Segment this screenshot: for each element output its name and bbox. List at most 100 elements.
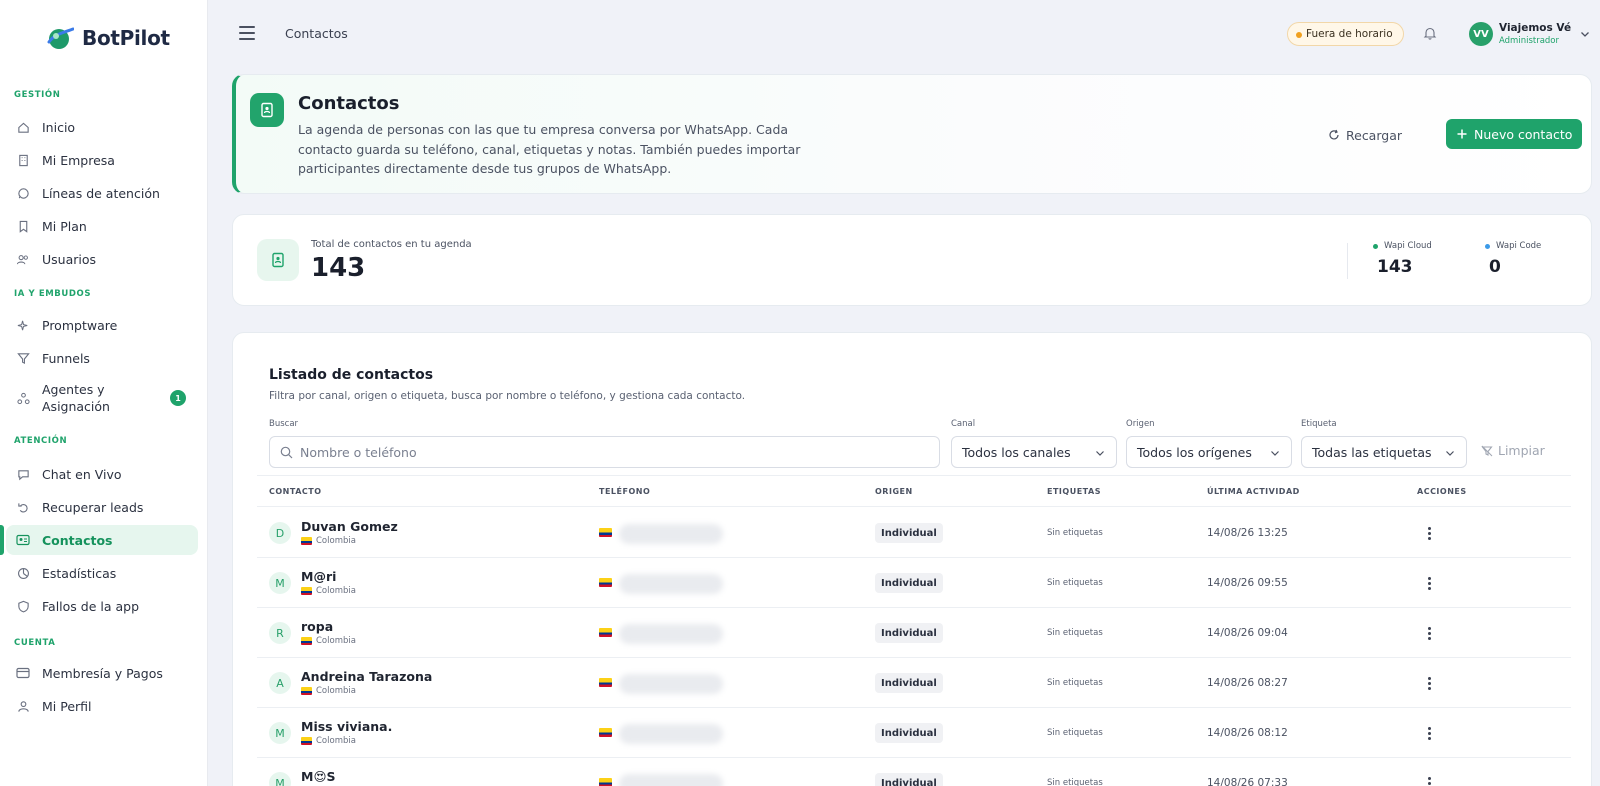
more-actions-icon[interactable] [1421,675,1437,691]
topbar: Contactos Fuera de horario VV Viajemos V… [209,0,1600,68]
contact-name[interactable]: ropa [301,619,333,634]
filter-icon [16,351,30,365]
list-subtitle: Filtra por canal, origen o etiqueta, bus… [269,390,746,402]
total-contacts-label: Total de contactos en tu agenda [311,239,472,250]
origin-badge: Individual [875,773,943,786]
contact-avatar: M [269,722,291,744]
sidebar-item-label: Agentes y Asignación [42,382,110,414]
table-row[interactable]: MM😍SColombiaIndividualSin etiquetas14/08… [257,758,1571,786]
building-icon [16,153,30,167]
filter-origen-select[interactable]: Todos los orígenes [1126,436,1292,468]
chat-icon [16,467,30,481]
breadcrumb: Contactos [285,26,348,41]
tags-cell: Sin etiquetas [1047,778,1103,786]
sidebar-item-label: Líneas de atención [42,185,160,201]
filter-canal-label: Canal [951,419,976,429]
tags-cell: Sin etiquetas [1047,728,1103,738]
country-label: Colombia [316,536,356,546]
table-row[interactable]: M Miss viviana. Colombia Individual Sin etiq… [257,708,1571,758]
sidebar-item-label: Usuarios [42,251,97,267]
sidebar-item-chat-vivo[interactable]: Chat en Vivo [6,459,198,489]
filter-origen-value: Todos los orígenes [1137,444,1252,460]
page-header-card: Contactos La agenda de personas con las … [232,74,1592,194]
sidebar-item-agentes[interactable]: Agentes y Asignación 1 [6,378,198,418]
more-actions-icon[interactable] [1421,625,1437,641]
bell-icon[interactable] [1423,26,1437,40]
sidebar-item-mi-plan[interactable]: Mi Plan [6,211,198,241]
sidebar-item-inicio[interactable]: Inicio [6,112,198,142]
tags-cell: Sin etiquetas [1047,628,1103,638]
clear-filters-button[interactable]: Limpiar [1481,443,1545,458]
sidebar-item-mi-perfil[interactable]: Mi Perfil [6,691,198,721]
contact-name[interactable]: Duvan Gomez [301,519,398,534]
phone-number-redacted [619,624,723,644]
active-indicator [0,525,4,555]
filter-etiqueta-label: Etiqueta [1301,419,1337,429]
table-row[interactable]: A Andreina Tarazona Colombia Individual Sin … [257,658,1571,708]
more-actions-icon[interactable] [1421,725,1437,741]
contact-name[interactable]: M😍S [301,769,335,784]
filter-etiqueta-select[interactable]: Todas las etiquetas [1301,436,1467,468]
app-logo[interactable]: BotPilot [44,24,170,52]
sidebar-item-estadisticas[interactable]: Estadísticas [6,558,198,588]
more-actions-icon[interactable] [1421,775,1437,786]
contact-name[interactable]: Miss viviana. [301,719,392,734]
users-icon [16,252,30,266]
tags-cell: Sin etiquetas [1047,678,1103,688]
search-icon [280,446,293,459]
filter-origen-label: Origen [1126,419,1155,429]
table-row[interactable]: M M@ri Colombia Individual Sin etiquetas 14/0… [257,558,1571,608]
origin-badge: Individual [875,573,943,593]
schedule-status-label: Fuera de horario [1306,28,1393,40]
channel-dot-icon [1373,243,1378,249]
column-header: ÚLTIMA ACTIVIDAD [1207,487,1300,496]
sidebar-item-membresia[interactable]: Membresía y Pagos [6,658,198,688]
chevron-down-icon[interactable] [1579,28,1591,40]
sidebar-item-funnels[interactable]: Funnels [6,343,198,373]
channel-dot-icon [1485,243,1490,249]
contact-name[interactable]: M@ri [301,569,336,584]
search-field [269,436,940,468]
contact-avatar: M [269,572,291,594]
country-label: Colombia [316,686,356,696]
reload-button[interactable]: Recargar [1328,121,1402,149]
plus-icon [1457,129,1467,139]
whatsapp-icon [16,186,30,200]
more-actions-icon[interactable] [1421,575,1437,591]
table-row[interactable]: D Duvan Gomez Colombia Individual Sin etique… [257,508,1571,558]
search-input[interactable] [300,444,939,460]
table-header: CONTACTO TELÉFONO ORIGEN ETIQUETAS ÚLTIM… [257,475,1571,507]
colombia-flag-icon [599,778,612,786]
search-label: Buscar [269,419,299,429]
sidebar-item-usuarios[interactable]: Usuarios [6,244,198,274]
section-ia-label: IA Y EMBUDOS [14,289,92,299]
reload-label: Recargar [1346,127,1402,143]
sidebar-item-mi-empresa[interactable]: Mi Empresa [6,145,198,175]
schedule-status-badge[interactable]: Fuera de horario [1287,22,1404,46]
channel-stat-wapi-code: Wapi Code 0 [1485,241,1541,277]
filter-canal-select[interactable]: Todos los canales [951,436,1117,468]
more-actions-icon[interactable] [1421,525,1437,541]
column-header: ACCIONES [1417,487,1467,496]
new-contact-button[interactable]: Nuevo contacto [1446,119,1583,149]
sidebar-item-recuperar-leads[interactable]: Recuperar leads [6,492,198,522]
sidebar-item-contactos[interactable]: Contactos [6,525,198,555]
contact-name[interactable]: Andreina Tarazona [301,669,432,684]
divider [1347,243,1348,279]
colombia-flag-icon [599,578,612,587]
sidebar-item-label: Mi Plan [42,218,87,234]
menu-icon[interactable] [239,26,255,40]
botpilot-logo-icon [47,27,74,49]
sidebar-item-promptware[interactable]: Promptware [6,310,198,340]
avatar[interactable]: VV [1469,22,1493,46]
chevron-down-icon [1446,451,1454,456]
colombia-flag-icon [301,687,312,695]
sidebar-item-lineas-atencion[interactable]: Líneas de atención [6,178,198,208]
page-description: La agenda de personas con las que tu emp… [298,122,801,176]
status-dot-icon [1296,32,1302,38]
sidebar-item-label: Fallos de la app [42,598,140,614]
app-name: BotPilot [82,26,170,50]
user-role: Administrador [1499,36,1560,46]
sidebar-item-fallos[interactable]: Fallos de la app [6,591,198,621]
table-row[interactable]: Rropa Colombia Individual Sin etiquetas 14/0… [257,608,1571,658]
